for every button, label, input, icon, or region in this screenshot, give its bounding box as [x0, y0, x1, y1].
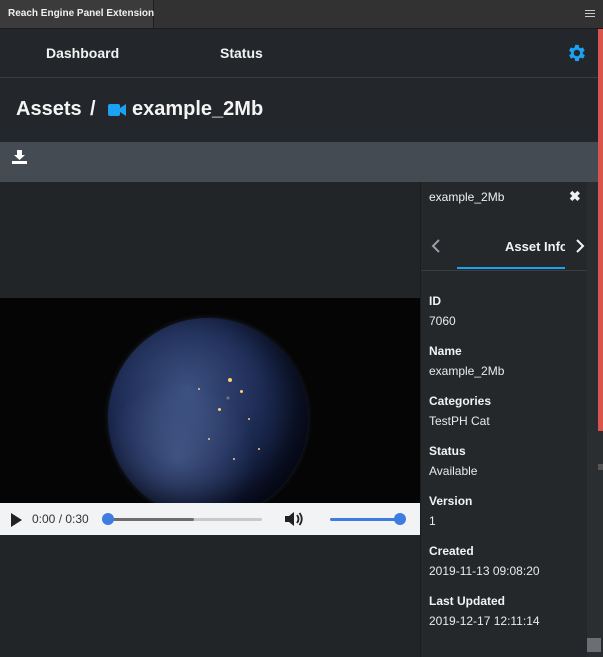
- tab-asset-info[interactable]: Asset Info: [505, 239, 565, 254]
- field-value: TestPH Cat: [429, 414, 490, 428]
- scrollbar-thumb[interactable]: [587, 638, 601, 652]
- asset-field: Status Available: [429, 444, 584, 494]
- panel-tab-bar: Asset Info: [421, 226, 588, 271]
- asset-field: Version 1: [429, 494, 584, 544]
- breadcrumb-assets-link[interactable]: Assets: [16, 98, 82, 121]
- field-value: 7060: [429, 314, 456, 328]
- volume-handle[interactable]: [394, 513, 406, 525]
- scrollbar-accent: [598, 29, 603, 431]
- field-label: Name: [429, 344, 462, 358]
- play-icon[interactable]: [11, 513, 22, 527]
- seek-buffered: [108, 518, 195, 521]
- asset-field: ID 7060: [429, 294, 584, 344]
- field-label: Version: [429, 494, 473, 508]
- nav-dashboard[interactable]: Dashboard: [46, 29, 119, 77]
- field-label: ID: [429, 294, 441, 308]
- breadcrumb-separator: /: [90, 98, 96, 120]
- hamburger-menu-icon[interactable]: [585, 10, 595, 19]
- scrollbar-marker: [598, 464, 603, 470]
- scrollbar-track-lower[interactable]: [587, 432, 603, 638]
- panel-title-bar: Reach Engine Panel Extension: [0, 0, 603, 29]
- video-controls: 0:00 / 0:30: [0, 503, 420, 535]
- field-value: example_2Mb: [429, 364, 505, 378]
- volume-icon[interactable]: [285, 511, 305, 527]
- field-value: Available: [429, 464, 478, 478]
- asset-toolbar: [0, 142, 603, 182]
- panel-tab[interactable]: Reach Engine Panel Extension: [0, 0, 154, 28]
- chevron-left-icon[interactable]: [429, 234, 443, 258]
- panel-asset-title: example_2Mb: [429, 190, 505, 204]
- active-tab-indicator: [457, 267, 565, 269]
- video-time: 0:00 / 0:30: [32, 512, 89, 526]
- seek-bar[interactable]: [108, 518, 262, 521]
- field-value: 1: [429, 514, 436, 528]
- asset-field: Categories TestPH Cat: [429, 394, 584, 444]
- asset-field: Created 2019-11-13 09:08:20: [429, 544, 584, 594]
- video-frame-earth: [108, 318, 308, 503]
- asset-field: Last Updated 2019-12-17 12:11:14: [429, 594, 584, 644]
- chevron-right-icon[interactable]: [573, 234, 587, 258]
- seek-handle[interactable]: [102, 513, 114, 525]
- asset-content: 0:00 / 0:30 example_2Mb ✖ Asset Info ID 7…: [0, 182, 603, 657]
- video-camera-icon: [108, 104, 126, 116]
- close-icon[interactable]: ✖: [569, 188, 581, 205]
- gear-icon[interactable]: [565, 42, 587, 64]
- field-label: Categories: [429, 394, 492, 408]
- asset-field: Name example_2Mb: [429, 344, 584, 394]
- download-icon[interactable]: [12, 150, 27, 164]
- video-player[interactable]: [0, 298, 420, 503]
- breadcrumb: Assets / example_2Mb: [0, 78, 603, 142]
- top-nav: Dashboard Status: [0, 29, 603, 78]
- field-value: 2019-12-17 12:11:14: [429, 614, 540, 628]
- asset-fields: ID 7060 Name example_2Mb Categories TestPH Ca…: [429, 294, 584, 644]
- breadcrumb-asset-name: example_2Mb: [132, 98, 264, 120]
- nav-status[interactable]: Status: [220, 29, 263, 77]
- volume-slider[interactable]: [330, 518, 400, 521]
- field-label: Status: [429, 444, 466, 458]
- asset-info-panel: example_2Mb ✖ Asset Info ID 7060 Name examp…: [420, 182, 588, 657]
- field-label: Last Updated: [429, 594, 506, 608]
- field-label: Created: [429, 544, 474, 558]
- field-value: 2019-11-13 09:08:20: [429, 564, 540, 578]
